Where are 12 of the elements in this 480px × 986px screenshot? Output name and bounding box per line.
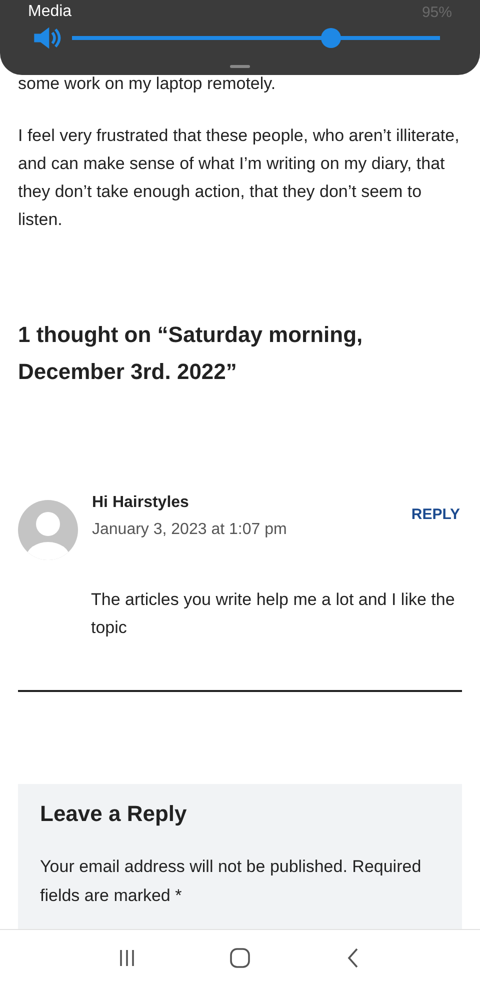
- paragraph: I feel very frustrated that these people, who aren’t illiterate, and can make sense of what I’m writing on my diary, that they don’t take enough action, that they don’t seem to listen.: [18, 125, 460, 231]
- comment-author: Hi Hairstyles: [92, 493, 190, 513]
- comment-date[interactable]: January 3, 2023 at 1:07 pm: [92, 516, 412, 544]
- speaker-icon[interactable]: [32, 25, 62, 51]
- reply-link[interactable]: REPLY: [411, 506, 460, 523]
- paragraph: some work on my laptop remotely.: [18, 73, 277, 95]
- comment-text: The articles you write help me a lot and I like the topic: [91, 589, 456, 639]
- panel-title: Media: [28, 3, 72, 21]
- comments-heading: 1 thought on “Saturday morning, December 3rd. 2022”: [18, 321, 364, 386]
- reply-title: Leave a Reply: [40, 800, 188, 828]
- home-icon[interactable]: [228, 946, 252, 970]
- reply-note: Your email address will not be published. Required fields are marked *: [40, 856, 422, 907]
